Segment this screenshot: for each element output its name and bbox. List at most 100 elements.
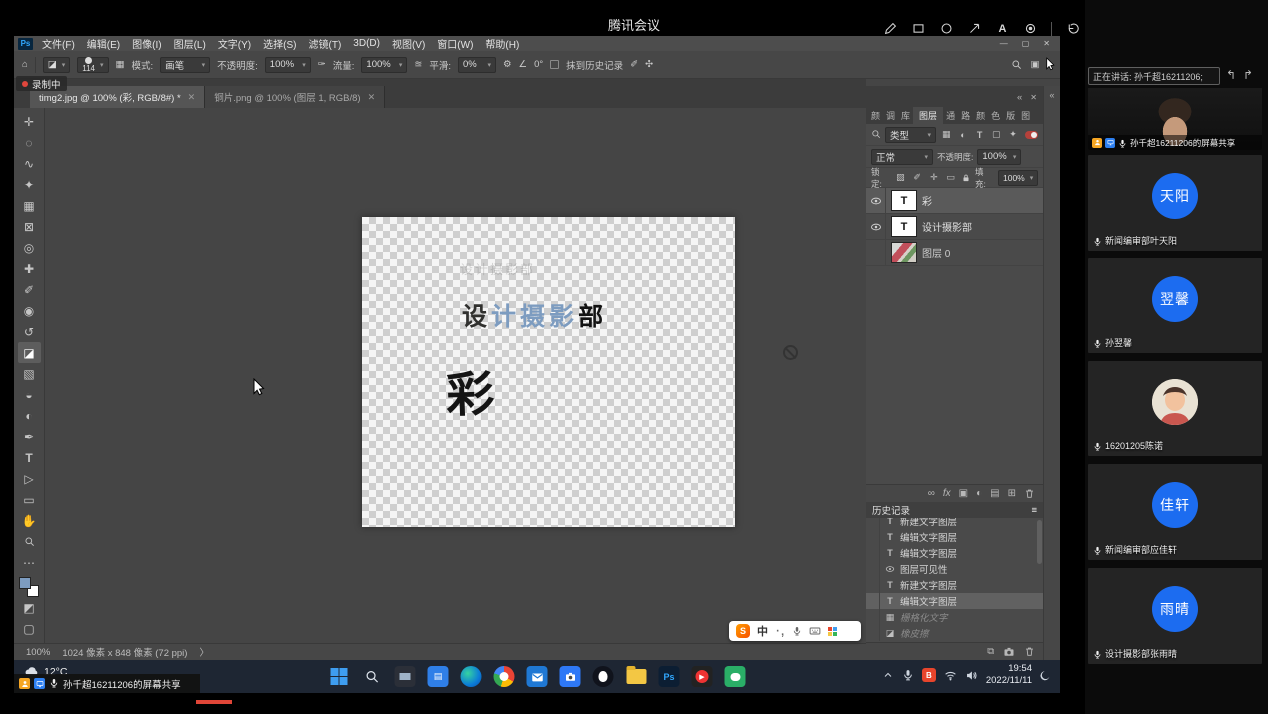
ime-language-indicator[interactable]: 中 bbox=[757, 623, 768, 639]
workspace-layout-icon[interactable]: ▣ bbox=[1031, 59, 1040, 70]
panel-tab-library[interactable]: 库 bbox=[898, 107, 913, 124]
minimize-icon[interactable]: — bbox=[1000, 39, 1008, 48]
history-source-checkbox[interactable] bbox=[866, 577, 880, 593]
ime-keyboard-icon[interactable] bbox=[809, 622, 821, 640]
tool-hand[interactable]: ✋ bbox=[18, 510, 41, 531]
tray-volume-icon[interactable] bbox=[965, 666, 978, 684]
zoom-level[interactable]: 100% bbox=[26, 647, 50, 658]
collapse-dock-icon[interactable]: « bbox=[1049, 90, 1054, 100]
history-source-checkbox[interactable] bbox=[866, 609, 880, 625]
tool-crop[interactable]: ▦ bbox=[18, 195, 41, 216]
filter-adjustment-icon[interactable]: ◐ bbox=[957, 130, 970, 140]
participant-tile[interactable]: 雨晴 设计摄影部张雨晴 bbox=[1088, 568, 1262, 664]
tool-frame[interactable]: ⊠ bbox=[18, 216, 41, 237]
lock-artboard-icon[interactable]: ▭ bbox=[944, 172, 957, 183]
tool-gradient[interactable]: ▧ bbox=[18, 363, 41, 384]
panel-tab-channels[interactable]: 通 bbox=[943, 107, 958, 124]
menu-item-select[interactable]: 选择(S) bbox=[257, 36, 302, 51]
new-snapshot-icon[interactable] bbox=[1003, 646, 1015, 658]
participant-tile[interactable]: 16201205陈诺 bbox=[1088, 361, 1262, 456]
taskbar-mail-icon[interactable] bbox=[525, 664, 550, 689]
panel-tab-color[interactable]: 颜 bbox=[868, 107, 883, 124]
taskbar-clock[interactable]: 19:54 2022/11/11 bbox=[986, 663, 1032, 688]
menu-item-3d[interactable]: 3D(D) bbox=[347, 38, 386, 49]
filter-shape-icon[interactable]: ▢ bbox=[990, 129, 1003, 140]
link-layers-icon[interactable]: ∞ bbox=[928, 488, 935, 499]
delete-state-icon[interactable] bbox=[1024, 646, 1035, 657]
filter-switch-icon[interactable] bbox=[1025, 131, 1038, 139]
menu-item-file[interactable]: 文件(F) bbox=[36, 36, 81, 51]
tool-history-brush[interactable]: ↺ bbox=[18, 321, 41, 342]
layer-row-cai[interactable]: T 彩 bbox=[866, 188, 1043, 214]
brush-panel-icon[interactable]: ▦ bbox=[116, 59, 125, 70]
lock-transparency-icon[interactable]: ▨ bbox=[894, 172, 907, 183]
tray-chevron-icon[interactable] bbox=[882, 666, 894, 684]
panel-opacity-dropdown[interactable]: 100%▾ bbox=[977, 149, 1021, 165]
panel-menu-icon[interactable]: ≡ bbox=[1031, 505, 1037, 516]
history-entry-current[interactable]: T编辑文字图层 bbox=[866, 593, 1043, 609]
screen-mode-icon[interactable]: ▢ bbox=[18, 618, 41, 639]
layer-name[interactable]: 图层 0 bbox=[922, 245, 950, 260]
layer-style-icon[interactable]: fx bbox=[943, 488, 951, 499]
tray-wifi-icon[interactable] bbox=[944, 666, 957, 684]
panel-tab-layers[interactable]: 图层 bbox=[913, 107, 943, 124]
history-entry[interactable]: T新建文字图层 bbox=[866, 577, 1043, 593]
tool-move[interactable]: ✛ bbox=[18, 111, 41, 132]
tool-shape[interactable]: ▭ bbox=[18, 489, 41, 510]
tool-pen[interactable]: ✒ bbox=[18, 426, 41, 447]
tool-dodge[interactable]: ◐ bbox=[18, 405, 41, 426]
lock-pixels-icon[interactable]: ✐ bbox=[911, 172, 924, 183]
panel-tab-ban[interactable]: 版 bbox=[1003, 107, 1018, 124]
foreground-color-swatch[interactable] bbox=[19, 577, 31, 589]
tool-lasso[interactable]: ∿ bbox=[18, 153, 41, 174]
image-layer-thumbnail[interactable] bbox=[892, 243, 916, 262]
history-entry[interactable]: T编辑文字图层 bbox=[866, 529, 1043, 545]
smoothing-dropdown[interactable]: 0%▾ bbox=[458, 57, 496, 73]
laser-pointer-icon[interactable] bbox=[1023, 21, 1038, 36]
tray-app-icon[interactable]: B bbox=[922, 668, 936, 682]
symmetry-icon[interactable]: ✣ bbox=[645, 59, 653, 70]
menu-item-layer[interactable]: 图层(L) bbox=[168, 36, 212, 51]
tab-close-icon[interactable]: ✕ bbox=[188, 92, 196, 103]
history-entry-undone[interactable]: ◪橡皮擦 bbox=[866, 625, 1043, 641]
focus-assist-moon-icon[interactable] bbox=[1040, 666, 1052, 684]
airbrush-icon[interactable]: ≊ bbox=[414, 59, 422, 70]
history-entry[interactable]: 图层可见性 bbox=[866, 561, 1043, 577]
delete-layer-icon[interactable] bbox=[1024, 488, 1035, 499]
tab-close-icon[interactable]: ✕ bbox=[368, 92, 376, 103]
document-canvas[interactable]: 设计摄影部 设计摄影部 彩 bbox=[362, 217, 735, 527]
ps-canvas-area[interactable]: 设计摄影部 设计摄影部 彩 bbox=[45, 108, 866, 643]
text-layer-thumbnail[interactable]: T bbox=[892, 191, 916, 210]
history-entry[interactable]: T新建文字图层 bbox=[866, 518, 1043, 529]
history-source-checkbox[interactable] bbox=[866, 625, 880, 641]
participant-tile[interactable]: 翌馨 孙翌馨 bbox=[1088, 258, 1262, 353]
history-source-checkbox[interactable] bbox=[866, 545, 880, 561]
taskbar-qq-icon[interactable] bbox=[591, 664, 616, 689]
menu-item-window[interactable]: 窗口(W) bbox=[431, 36, 479, 51]
flow-dropdown[interactable]: 100%▾ bbox=[361, 57, 407, 73]
participant-tile[interactable]: 天阳 新闻编审部叶天阳 bbox=[1088, 155, 1262, 251]
taskbar-photoshop-icon[interactable]: Ps bbox=[657, 664, 682, 689]
menu-item-edit[interactable]: 编辑(E) bbox=[81, 36, 126, 51]
collapse-panels-icon[interactable]: « bbox=[1017, 92, 1022, 103]
tool-path-select[interactable]: ▷ bbox=[18, 468, 41, 489]
fill-dropdown[interactable]: 100%▾ bbox=[998, 170, 1038, 186]
ellipse-tool-icon[interactable] bbox=[939, 21, 954, 36]
tool-quick-select[interactable]: ✦ bbox=[18, 174, 41, 195]
filter-type-dropdown[interactable]: 类型▾ bbox=[885, 127, 936, 143]
taskbar-meeting-icon[interactable] bbox=[558, 664, 583, 689]
panel-close-icon[interactable]: ✕ bbox=[1030, 93, 1037, 102]
blend-mode-dropdown[interactable]: 正常▾ bbox=[871, 149, 933, 165]
layer-group-icon[interactable]: ▤ bbox=[990, 488, 999, 499]
filter-pixel-icon[interactable]: ▦ bbox=[940, 129, 953, 140]
adjustment-layer-icon[interactable]: ◐ bbox=[976, 488, 982, 499]
rectangle-tool-icon[interactable] bbox=[911, 21, 926, 36]
panel-tab-paths[interactable]: 路 bbox=[958, 107, 973, 124]
document-tab-tongpian[interactable]: 铜片.png @ 100% (图层 1, RGB/8) ✕ bbox=[205, 86, 385, 108]
taskbar-explorer-icon[interactable] bbox=[624, 664, 649, 689]
angle-value[interactable]: 0° bbox=[534, 59, 543, 70]
tool-eyedropper[interactable]: ◎ bbox=[18, 237, 41, 258]
ime-toolbox-icon[interactable] bbox=[828, 627, 837, 636]
brush-size-picker[interactable]: 114 ▾ bbox=[77, 57, 108, 73]
erase-to-history-checkbox[interactable] bbox=[550, 60, 559, 69]
